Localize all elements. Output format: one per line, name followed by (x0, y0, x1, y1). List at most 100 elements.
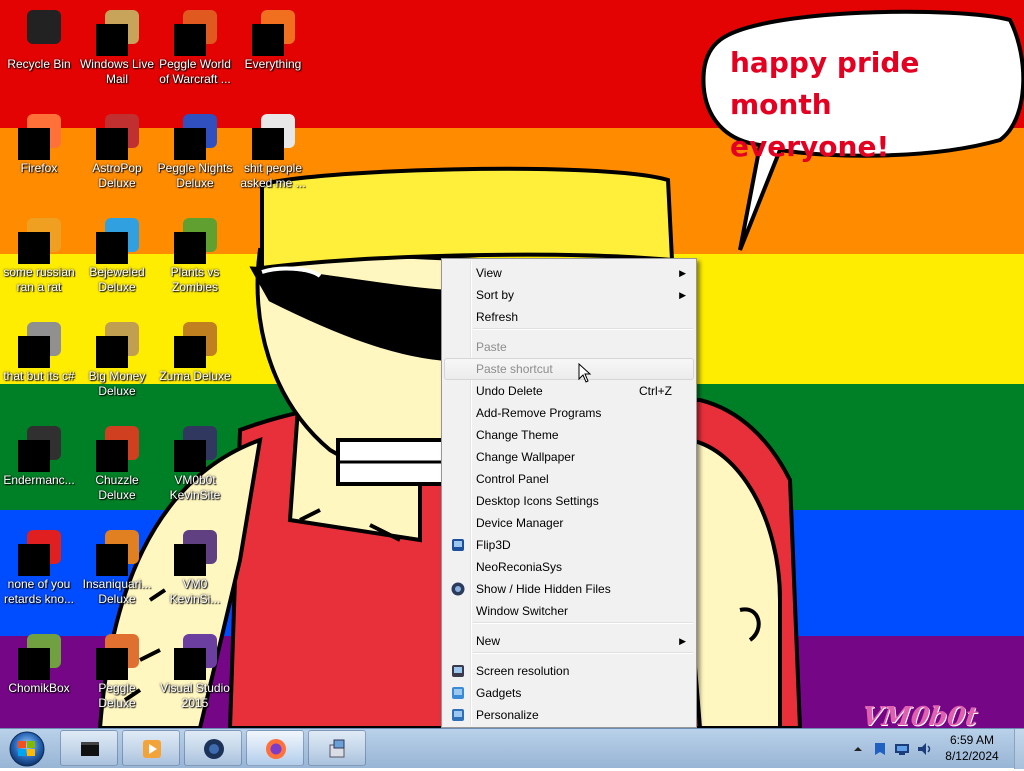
censor-box (174, 24, 206, 56)
desktop-icon[interactable]: Endermanc... (0, 418, 78, 508)
censor-box (18, 648, 50, 680)
desktop-icon-label: Endermanc... (3, 473, 75, 487)
show-desktop-button[interactable] (1014, 729, 1024, 769)
menu-separator (473, 328, 693, 330)
censor-box (252, 128, 284, 160)
desktop-icon[interactable]: shit people asked me ... (234, 106, 312, 196)
submenu-arrow-icon: ▶ (679, 268, 686, 278)
taskbar-button[interactable] (60, 730, 118, 766)
desktop-icon[interactable]: Visual Studio 2015 (156, 626, 234, 716)
censor-box (252, 24, 284, 56)
black-box-icon (78, 737, 102, 761)
menu-item-label: Window Switcher (476, 604, 569, 618)
menu-item-label: Flip3D (476, 538, 511, 552)
firefox-icon (264, 737, 288, 761)
flip3d-icon (450, 537, 466, 553)
desktop-icon[interactable]: that but its c# (0, 314, 78, 404)
desktop-icon-label: ChomikBox (8, 681, 70, 695)
taskbar-button[interactable] (122, 730, 180, 766)
desktop-icon[interactable]: Peggle World of Warcraft ... (156, 2, 234, 92)
desktop-context-menu: View ▶ Sort by ▶ Refresh Paste Paste shortcut U… (441, 258, 697, 728)
menu-separator (473, 622, 693, 624)
menu-item-desktop-icons-settings[interactable]: Desktop Icons Settings (444, 490, 694, 512)
desktop-icon[interactable]: Peggle Nights Deluxe (156, 106, 234, 196)
clock-time: 6:59 AM (949, 733, 995, 747)
desktop-icon[interactable]: Big Money Deluxe (78, 314, 156, 404)
menu-item-refresh[interactable]: Refresh (444, 306, 694, 328)
submenu-arrow-icon: ▶ (679, 636, 686, 646)
desktop-icon-label: Peggle World of Warcraft ... (159, 57, 231, 86)
desktop-icon-label: Everything (244, 57, 302, 71)
censor-box (96, 128, 128, 160)
menu-item-device-manager[interactable]: Device Manager (444, 512, 694, 534)
clock-date: 8/12/2024 (945, 749, 999, 763)
menu-item-label: Gadgets (476, 686, 522, 700)
start-button[interactable] (4, 730, 50, 768)
desktop-icon[interactable]: VM0 KevinSi... (156, 522, 234, 612)
desktop-icon[interactable]: Recycle Bin (0, 2, 78, 92)
desktop-icon[interactable]: Peggle Deluxe (78, 626, 156, 716)
desktop-icon[interactable]: Insaniquari... Deluxe (78, 522, 156, 612)
money-icon (93, 318, 141, 368)
desktop-icon[interactable]: Plants vs Zombies (156, 210, 234, 300)
menu-item-label: Personalize (476, 708, 539, 722)
censor-box (174, 232, 206, 264)
desktop-icon[interactable]: ChomikBox (0, 626, 78, 716)
desktop-icon[interactable]: VM0b0t KevinSite (156, 418, 234, 508)
fish-icon (93, 526, 141, 576)
menu-item-label: Change Theme (476, 428, 559, 442)
menu-item-label: Desktop Icons Settings (476, 494, 599, 508)
desktop-icon-label: shit people asked me ... (240, 161, 306, 190)
menu-item-label: Device Manager (476, 516, 564, 530)
gadgets-icon (450, 685, 466, 701)
desktop-icon[interactable]: Zuma Deluxe (156, 314, 234, 404)
action-center-icon[interactable] (872, 741, 888, 757)
censor-box (96, 648, 128, 680)
desktop-icon[interactable]: Windows Live Mail (78, 2, 156, 92)
installer-icon (326, 737, 350, 761)
network-icon[interactable] (894, 741, 910, 757)
recycle-bin-icon (15, 6, 63, 54)
desktop-icon[interactable]: Chuzzle Deluxe (78, 418, 156, 508)
gem-icon (93, 214, 141, 264)
taskbar-button[interactable] (184, 730, 242, 766)
menu-item-add-remove-programs[interactable]: Add-Remove Programs (444, 402, 694, 424)
desktop-icon[interactable]: AstroPop Deluxe (78, 106, 156, 196)
menu-item-gadgets[interactable]: Gadgets (444, 682, 694, 704)
desktop-icon-label: VM0 KevinSi... (169, 577, 221, 606)
menu-item-sort-by[interactable]: Sort by ▶ (444, 284, 694, 306)
menu-item-flip3d[interactable]: Flip3D (444, 534, 694, 556)
menu-item-label: Paste (476, 340, 507, 354)
peggle-icon (93, 630, 141, 680)
show-hidden-icons-chevron[interactable] (850, 741, 866, 757)
menu-item-view[interactable]: View ▶ (444, 262, 694, 284)
menu-item-window-switcher[interactable]: Window Switcher (444, 600, 694, 622)
menu-item-change-theme[interactable]: Change Theme (444, 424, 694, 446)
windows-start-icon (9, 731, 45, 767)
monitor-icon (450, 663, 466, 679)
desktop-icon[interactable]: none of you retards kno... (0, 522, 78, 612)
menu-item-new[interactable]: New ▶ (444, 630, 694, 652)
desktop-icon-label: Zuma Deluxe (159, 369, 231, 383)
desktop-icon[interactable]: Bejeweled Deluxe (78, 210, 156, 300)
menu-item-label: Add-Remove Programs (476, 406, 602, 420)
menu-item-screen-resolution[interactable]: Screen resolution (444, 660, 694, 682)
taskbar-clock[interactable]: 6:59 AM 8/12/2024 (930, 732, 1014, 764)
taskbar-button[interactable] (308, 730, 366, 766)
desktop-icon-label: Chuzzle Deluxe (95, 473, 139, 502)
taskbar-button[interactable] (246, 730, 304, 766)
menu-item-neoreconiasys[interactable]: NeoReconiaSys (444, 556, 694, 578)
desktop-icon[interactable]: Everything (234, 2, 312, 92)
desktop-icon[interactable]: some russian ran a rat (0, 210, 78, 300)
menu-item-paste[interactable]: Paste (444, 336, 694, 358)
menu-item-personalize[interactable]: Personalize (444, 704, 694, 726)
menu-item-change-wallpaper[interactable]: Change Wallpaper (444, 446, 694, 468)
menu-item-control-panel[interactable]: Control Panel (444, 468, 694, 490)
desktop-icon[interactable]: Firefox (0, 106, 78, 196)
system-tray: 6:59 AM 8/12/2024 (834, 729, 1024, 769)
menu-separator (473, 652, 693, 654)
menu-item-show-hide-hidden-files[interactable]: Show / Hide Hidden Files (444, 578, 694, 600)
menu-item-label: Refresh (476, 310, 519, 324)
menu-item-undo-delete[interactable]: Undo Delete Ctrl+Z (444, 380, 694, 402)
menu-item-paste-shortcut[interactable]: Paste shortcut (444, 358, 694, 380)
